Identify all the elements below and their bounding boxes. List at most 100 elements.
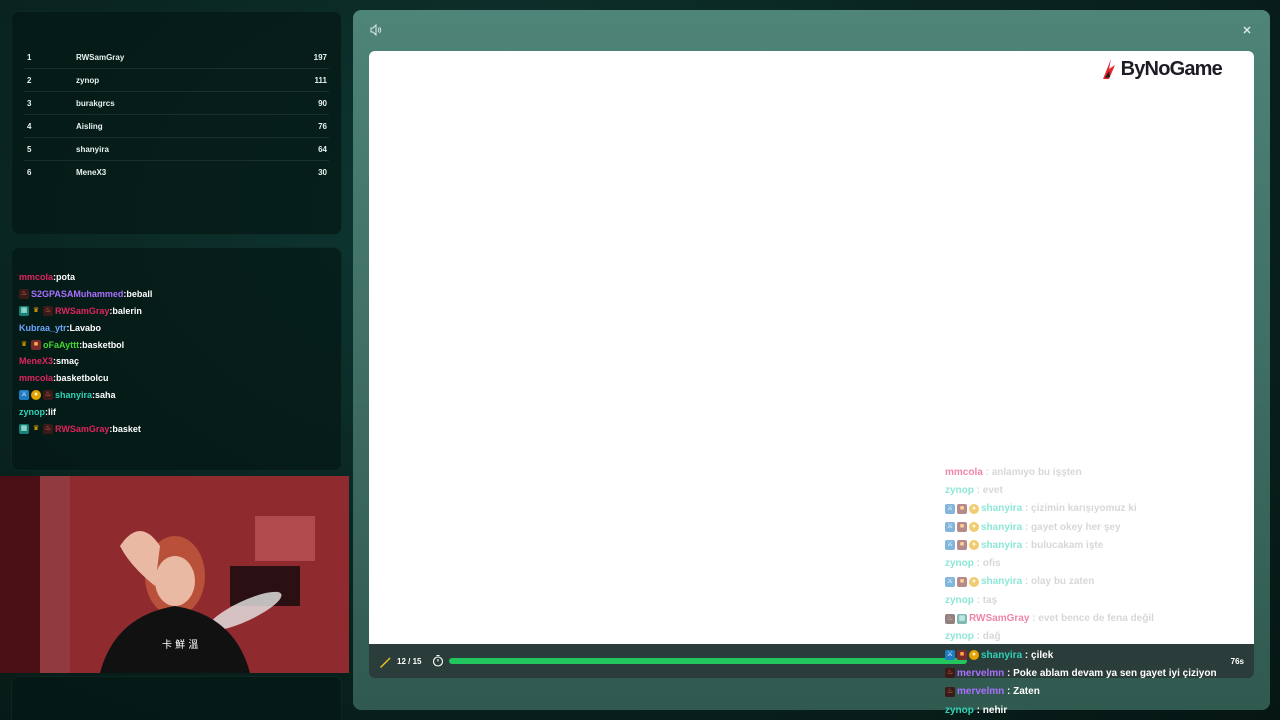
overlay-chat-separator: : — [973, 631, 983, 643]
sword-badge-icon: ⚔ — [945, 540, 955, 551]
overlay-chat-message: ⚔ ■ ● shanyira : bulucakam işte — [945, 536, 1275, 554]
coin-badge-icon: ● — [969, 503, 979, 514]
speaker-icon[interactable] — [369, 23, 383, 38]
leaderboard-rank: 3 — [27, 98, 32, 108]
overlay-chat-text: gayet okey her şey — [1031, 521, 1121, 533]
overlay-chat-separator: : — [1022, 521, 1032, 533]
webcam-image: 卡 鮮 溫 — [0, 476, 349, 673]
leaderboard-rank: 1 — [27, 52, 32, 62]
leaderboard-player-name: shanyira — [76, 144, 109, 154]
leaderboard-rank: 2 — [27, 75, 32, 85]
overlay-chat-message: ⚔ ■ ● shanyira : olay bu zaten — [945, 573, 1275, 591]
chat-text: beball — [126, 289, 153, 300]
close-icon[interactable] — [1240, 24, 1254, 38]
overlay-chat-message: zynop : evet — [945, 481, 1275, 499]
sword-badge-icon: ⚔ — [945, 576, 955, 587]
chat-panel: mmcola: pota ♨ S2GPASAMuhammed: beball ▦ ♛ ♨ RWS… — [11, 247, 342, 471]
chat-message: ▦ ♛ ♨ RWSamGray: balerin — [19, 303, 341, 320]
overlay-chat-username: zynop — [945, 558, 974, 570]
overlay-chat-message: zynop : ofis — [945, 554, 1275, 572]
chat-message: zynop: lif — [19, 403, 341, 420]
chat-username[interactable]: mmcola — [19, 373, 53, 383]
leaderboard-row: 6 MeneX3 30 — [24, 161, 329, 184]
chat-message: MeneX3: smaç — [19, 353, 341, 370]
coin-badge-icon: ● — [969, 576, 979, 587]
overlay-chat-text: bulucakam işte — [1031, 539, 1104, 551]
sword-badge-icon: ⚔ — [945, 650, 955, 661]
chat-message: ♛ ■ oFaAyttt: basketbol — [19, 336, 341, 353]
overlay-chat-text: Poke ablam devam ya sen gayet iyi çiziyo… — [1013, 667, 1217, 679]
chat-username[interactable]: zynop — [19, 407, 45, 417]
bynogame-logo: ByNoGame — [1099, 55, 1223, 83]
leaderboard-row: 4 Aisling 76 — [24, 115, 329, 138]
overlay-chat-message: ⚔ ■ ● shanyira : gayet okey her şey — [945, 518, 1275, 536]
crown-badge-icon: ♛ — [20, 340, 28, 348]
crown-badge-icon: ♛ — [32, 424, 40, 432]
chat-username[interactable]: S2GPASAMuhammed — [31, 289, 123, 299]
overlay-chat-username: RWSamGray — [969, 613, 1030, 625]
chat-message: ♨ S2GPASAMuhammed: beball — [19, 286, 341, 303]
chat-text: lif — [48, 406, 56, 417]
chat-message: mmcola: basketbolcu — [19, 370, 341, 387]
overlay-chat-message: ⚔ ■ ● shanyira : çilek — [945, 646, 1275, 664]
overlay-chat-separator: : — [982, 466, 992, 478]
overlay-chat-message: ⚔ ■ ● shanyira : çizimin karışıyomuz ki — [945, 500, 1275, 518]
chat-username[interactable]: RWSamGray — [55, 424, 109, 434]
chat-username[interactable]: RWSamGray — [55, 306, 109, 316]
chat-message: mmcola: pota — [19, 269, 341, 286]
overlay-chat-message: ♨ mervelmn : Poke ablam devam ya sen gaye… — [945, 664, 1275, 682]
chat-username[interactable]: mmcola — [19, 272, 53, 282]
leaderboard-score: 76 — [318, 121, 327, 131]
leaderboard-player-name: Aisling — [76, 121, 103, 131]
leaderboard-rank: 5 — [27, 144, 32, 154]
chat-username[interactable]: Kubraa_ytr — [19, 323, 67, 333]
chat-username[interactable]: oFaAyttt — [43, 340, 79, 350]
overlay-chat-username: zynop — [945, 594, 974, 606]
sword-badge-icon: ⚔ — [945, 522, 955, 533]
chat-text: basketbolcu — [56, 373, 109, 384]
grid-badge-icon: ▦ — [19, 305, 29, 316]
overlay-chat-username: mmcola — [945, 466, 983, 478]
leaderboard-player-name: RWSamGray — [76, 52, 125, 62]
overlay-chat-username: mervelmn — [957, 686, 1005, 698]
overlay-chat-username: zynop — [945, 484, 974, 496]
stopwatch-icon — [432, 654, 444, 672]
overlay-chat-text: evet bence de fena değil — [1038, 613, 1154, 625]
overlay-chat-separator: : — [1029, 613, 1039, 625]
box-badge-icon: ■ — [957, 650, 967, 661]
leaderboard-score: 64 — [318, 144, 327, 154]
overlay-chat-message: zynop : nehir — [945, 701, 1275, 719]
box-badge-icon: ■ — [31, 339, 41, 350]
overlay-chat-separator: : — [973, 558, 983, 570]
leaderboard-row: 3 burakgrcs 90 — [24, 92, 329, 115]
overlay-chat-username: shanyira — [981, 576, 1023, 588]
overlay-chat-separator: : — [973, 704, 983, 716]
coin-badge-icon: ● — [969, 650, 979, 661]
chat-username[interactable]: MeneX3 — [19, 356, 53, 366]
overlay-chat-separator: : — [1022, 649, 1032, 661]
chat-text: basketbol — [82, 339, 125, 350]
flame-badge-icon: ♨ — [43, 423, 53, 434]
overlay-chat: mmcola : anlamıyo bu işşten zynop : evet ⚔… — [945, 463, 1275, 719]
overlay-chat-separator: : — [973, 484, 983, 496]
box-badge-icon: ■ — [957, 503, 967, 514]
leaderboard-score: 30 — [318, 168, 327, 177]
flame-badge-icon: ♨ — [945, 686, 955, 697]
box-badge-icon: ■ — [957, 540, 967, 551]
overlay-chat-message: ♨ ▦ RWSamGray : evet bence de fena değil — [945, 609, 1275, 627]
flame-badge-icon: ♨ — [43, 305, 53, 316]
chat-username[interactable]: shanyira — [55, 390, 92, 400]
leaderboard-score: 90 — [318, 98, 327, 108]
leaderboard-score: 111 — [314, 75, 327, 85]
overlay-chat-separator: : — [1004, 686, 1014, 698]
overlay-chat-text: çizimin karışıyomuz ki — [1031, 503, 1137, 515]
overlay-chat-username: zynop — [945, 704, 974, 716]
chat-text: Lavabo — [69, 322, 102, 333]
overlay-chat-message: mmcola : anlamıyo bu işşten — [945, 463, 1275, 481]
box-badge-icon: ■ — [957, 522, 967, 533]
overlay-chat-separator: : — [1022, 503, 1032, 515]
logo-text: ByNoGame — [1120, 57, 1223, 80]
leaderboard-rank: 4 — [27, 121, 32, 131]
chat-text: pota — [56, 272, 76, 283]
overlay-chat-username: shanyira — [981, 649, 1023, 661]
